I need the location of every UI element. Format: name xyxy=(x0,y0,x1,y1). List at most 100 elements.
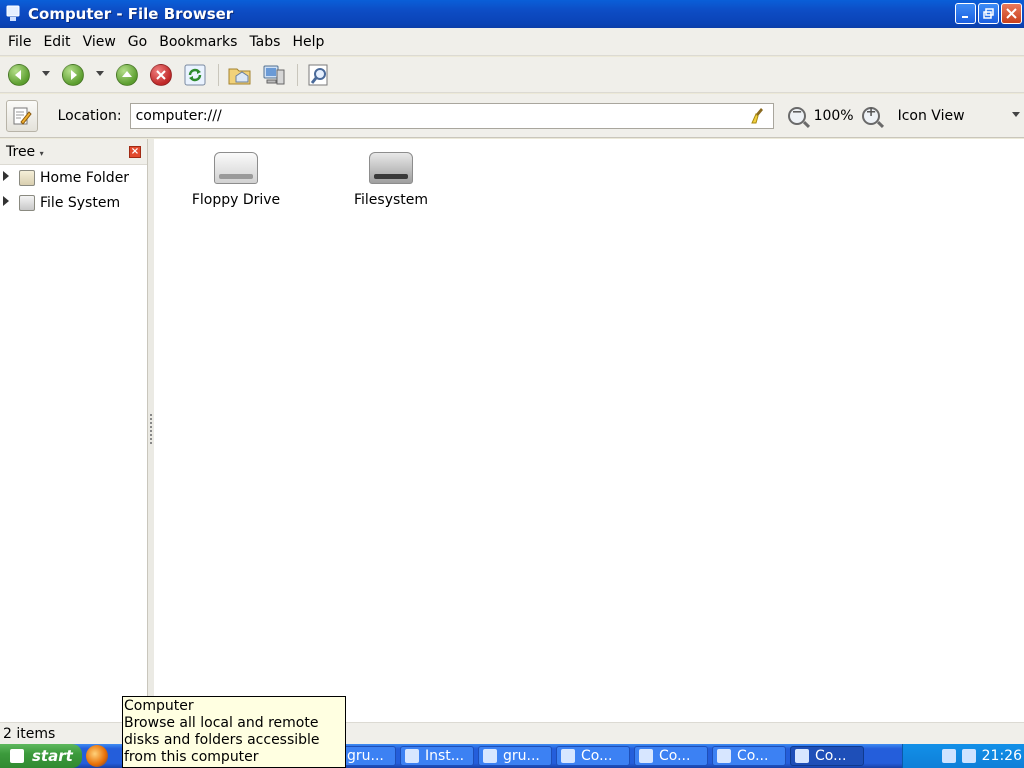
task-label: Co... xyxy=(659,748,691,764)
start-button[interactable]: start xyxy=(0,744,82,768)
firefox-launcher-icon[interactable] xyxy=(86,745,108,767)
tooltip: Computer Browse all local and remote dis… xyxy=(122,696,346,768)
system-tray: 21:26 xyxy=(902,744,1024,768)
home-button[interactable] xyxy=(227,62,253,88)
forward-history-dropdown[interactable] xyxy=(94,70,106,80)
back-history-dropdown[interactable] xyxy=(40,70,52,80)
resize-grip xyxy=(150,414,152,444)
chevron-down-icon: ▾ xyxy=(39,148,44,158)
sidebar: Tree ▾ × Home Folder File System xyxy=(0,139,148,722)
taskbar-task[interactable]: Co... xyxy=(712,746,786,766)
menu-view[interactable]: View xyxy=(77,34,122,50)
task-icon xyxy=(483,749,497,763)
location-bar: Location: − 100% + Icon View xyxy=(0,94,1024,138)
file-item-floppy-drive[interactable]: Floppy Drive xyxy=(161,139,311,208)
task-label: gru... xyxy=(503,748,540,764)
forward-button[interactable] xyxy=(60,62,86,88)
close-sidebar-button[interactable]: × xyxy=(129,145,141,158)
tooltip-body: Browse all local and remote disks and fo… xyxy=(124,715,320,765)
zoom-out-button[interactable]: − xyxy=(787,105,806,125)
computer-icon xyxy=(263,65,285,84)
task-label: Inst... xyxy=(425,748,465,764)
tree-item-home-folder[interactable]: Home Folder xyxy=(0,165,147,190)
task-icon xyxy=(639,749,653,763)
location-input[interactable] xyxy=(135,107,746,124)
title-bar[interactable]: Computer - File Browser xyxy=(0,0,1024,28)
tooltip-title: Computer xyxy=(124,698,194,714)
clock: 21:26 xyxy=(981,748,1022,764)
menu-file[interactable]: File xyxy=(2,34,37,50)
menu-bar: File Edit View Go Bookmarks Tabs Help xyxy=(0,28,1024,56)
search-button[interactable] xyxy=(306,62,332,88)
filesystem-icon xyxy=(19,194,35,211)
expand-arrow-icon[interactable] xyxy=(3,196,15,209)
home-folder-icon xyxy=(19,169,35,186)
back-button[interactable] xyxy=(6,62,32,88)
taskbar-task-active[interactable]: Co... xyxy=(790,746,864,766)
search-icon xyxy=(308,64,328,85)
up-button[interactable] xyxy=(114,62,140,88)
file-item-label: Filesystem xyxy=(353,192,429,208)
task-label: Co... xyxy=(581,748,613,764)
clear-location-icon[interactable] xyxy=(750,107,767,125)
toolbar-separator xyxy=(297,63,298,86)
view-mode-select[interactable]: Icon View xyxy=(898,108,1024,124)
taskbar-task[interactable]: Co... xyxy=(634,746,708,766)
zoom-out-icon: − xyxy=(787,105,806,125)
toolbar xyxy=(0,57,1024,93)
tree-item-file-system[interactable]: File System xyxy=(0,190,147,215)
menu-help[interactable]: Help xyxy=(286,34,330,50)
zoom-level[interactable]: 100% xyxy=(814,108,854,124)
tree-item-label: File System xyxy=(40,194,121,211)
status-text: 2 items xyxy=(3,725,56,742)
taskbar-task[interactable]: gru... xyxy=(478,746,552,766)
task-label: gru... xyxy=(347,748,384,764)
expand-arrow-icon[interactable] xyxy=(3,171,15,184)
location-label: Location: xyxy=(57,107,122,124)
close-button[interactable] xyxy=(1001,3,1022,24)
task-label: Co... xyxy=(737,748,769,764)
taskbar-task[interactable]: Co... xyxy=(556,746,630,766)
stop-icon xyxy=(150,63,172,86)
computer-button[interactable] xyxy=(261,62,287,88)
location-mode-toggle[interactable] xyxy=(6,99,38,132)
up-icon xyxy=(116,63,138,86)
network-icon[interactable] xyxy=(961,749,976,763)
minimize-button[interactable] xyxy=(955,3,976,24)
chevron-down-icon xyxy=(1012,111,1020,121)
task-icon xyxy=(795,749,809,763)
menu-go[interactable]: Go xyxy=(122,34,153,50)
forward-icon xyxy=(62,63,84,86)
reload-button[interactable] xyxy=(182,62,208,88)
menu-bookmarks[interactable]: Bookmarks xyxy=(153,34,243,50)
back-icon xyxy=(8,63,30,86)
reload-icon xyxy=(184,64,206,85)
task-label: Co... xyxy=(815,748,847,764)
zoom-in-button[interactable]: + xyxy=(861,105,880,125)
menu-tabs[interactable]: Tabs xyxy=(243,34,286,50)
task-icon xyxy=(717,749,731,763)
toolbar-separator xyxy=(218,63,219,86)
harddisk-icon xyxy=(369,152,413,184)
file-item-label: Floppy Drive xyxy=(191,192,281,208)
maximize-button[interactable] xyxy=(978,3,999,24)
sidebar-type-select[interactable]: Tree ▾ xyxy=(6,144,44,160)
task-icon xyxy=(405,749,419,763)
start-label: start xyxy=(32,747,73,765)
location-field[interactable] xyxy=(129,102,774,129)
stop-button[interactable] xyxy=(148,62,174,88)
task-icon xyxy=(561,749,575,763)
file-item-filesystem[interactable]: Filesystem xyxy=(316,139,466,208)
home-folder-icon xyxy=(228,68,251,84)
tray-app-icon[interactable] xyxy=(941,749,956,763)
start-logo-icon xyxy=(10,749,24,763)
tree-item-label: Home Folder xyxy=(40,169,130,186)
edit-location-icon xyxy=(13,107,32,125)
window-title: Computer - File Browser xyxy=(28,5,234,23)
sidebar-type-label: Tree xyxy=(6,143,36,160)
sidebar-header: Tree ▾ × xyxy=(0,139,147,165)
menu-edit[interactable]: Edit xyxy=(37,34,76,50)
taskbar-task[interactable]: Inst... xyxy=(400,746,474,766)
floppy-drive-icon xyxy=(214,152,258,184)
file-icon-view[interactable]: Floppy Drive Filesystem xyxy=(154,139,1024,722)
